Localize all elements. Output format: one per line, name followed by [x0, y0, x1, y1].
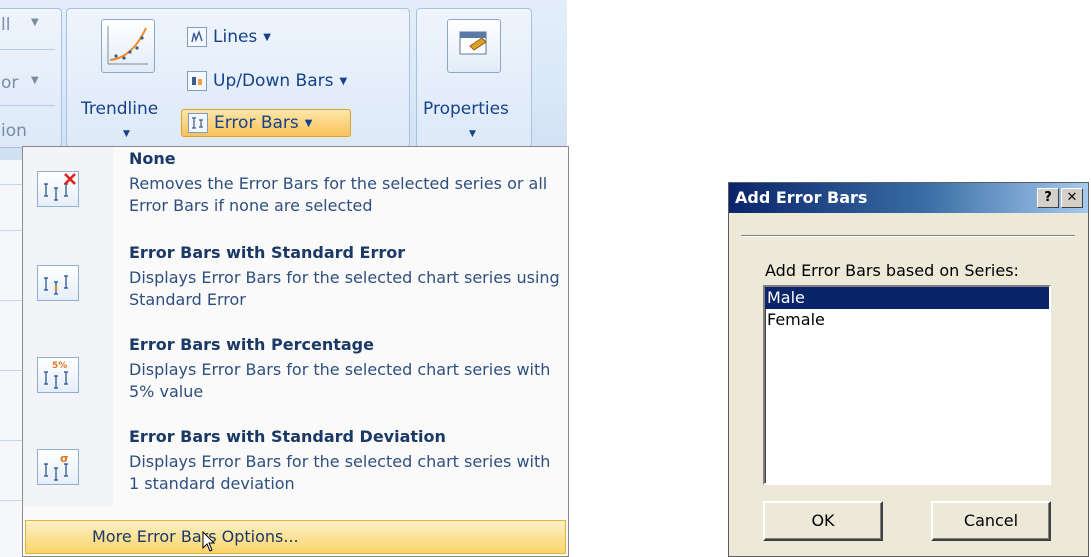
- cut-label-1[interactable]: ll: [1, 15, 10, 35]
- cut-dropdown-2[interactable]: ▼: [31, 75, 39, 86]
- close-button[interactable]: ✕: [1061, 188, 1083, 208]
- cut-label-2[interactable]: or: [1, 73, 18, 93]
- up-down-bars-label: Up/Down Bars: [213, 71, 334, 91]
- up-down-bars-icon: [187, 71, 207, 91]
- add-error-bars-dialog: Add Error Bars ? ✕ Add Error Bars based …: [728, 182, 1089, 557]
- error-bars-menu: None Removes the Error Bars for the sele…: [22, 146, 569, 557]
- series-listbox[interactable]: Male Female: [763, 285, 1051, 485]
- series-item-female[interactable]: Female: [765, 309, 1049, 331]
- error-bars-button[interactable]: Error Bars ▼: [181, 109, 351, 137]
- menu-item-description: Displays Error Bars for the selected cha…: [129, 360, 551, 401]
- menu-item-standard-deviation[interactable]: σ Error Bars with Standard Deviation Dis…: [23, 425, 568, 517]
- properties-button[interactable]: Properties ▼: [417, 13, 531, 143]
- dialog-title: Add Error Bars: [735, 188, 868, 207]
- properties-dropdown-icon: ▼: [469, 129, 476, 139]
- dialog-title-bar[interactable]: Add Error Bars ? ✕: [729, 183, 1088, 213]
- trendline-button[interactable]: Trendline ▼: [77, 13, 177, 143]
- error-bars-standard-error-icon: [37, 265, 79, 301]
- lines-dropdown-icon: ▼: [263, 31, 271, 43]
- error-bars-none-icon: [37, 171, 79, 207]
- lines-icon: [187, 27, 207, 47]
- properties-icon: [447, 19, 501, 73]
- up-down-bars-button[interactable]: Up/Down Bars ▼: [181, 67, 353, 95]
- up-down-bars-dropdown-icon: ▼: [339, 75, 348, 87]
- cancel-button[interactable]: Cancel: [931, 501, 1051, 541]
- ok-button[interactable]: OK: [763, 501, 883, 541]
- cut-dropdown-1[interactable]: ▼: [31, 17, 39, 28]
- trendline-icon: [101, 19, 155, 73]
- dialog-separator: [741, 235, 1075, 237]
- more-error-bars-options[interactable]: More Error Bars Options...: [25, 520, 566, 554]
- error-bars-standard-deviation-icon: σ: [37, 449, 79, 485]
- analysis-group: Trendline ▼ Lines ▼ Up/Down Bars ▼ Error…: [66, 8, 410, 148]
- menu-item-standard-error[interactable]: Error Bars with Standard Error Displays …: [23, 241, 568, 333]
- series-prompt-label: Add Error Bars based on Series:: [765, 261, 1019, 280]
- error-bars-icon: [188, 113, 208, 133]
- more-options-label: More Error Bars Options...: [92, 527, 299, 546]
- menu-item-description: Removes the Error Bars for the selected …: [129, 174, 548, 215]
- trendline-dropdown-icon: ▼: [123, 129, 130, 139]
- properties-label: Properties: [423, 99, 509, 119]
- lines-label: Lines: [213, 27, 258, 47]
- menu-item-description: Displays Error Bars for the selected cha…: [129, 268, 560, 309]
- error-bars-label: Error Bars: [214, 113, 299, 133]
- menu-item-title: Error Bars with Standard Error: [129, 243, 406, 262]
- help-button[interactable]: ?: [1037, 188, 1059, 208]
- menu-item-description: Displays Error Bars for the selected cha…: [129, 452, 551, 493]
- menu-item-title: Error Bars with Standard Deviation: [129, 427, 446, 446]
- menu-item-title: Error Bars with Percentage: [129, 335, 374, 354]
- lines-button[interactable]: Lines ▼: [181, 23, 277, 51]
- properties-group: Properties ▼: [416, 8, 532, 148]
- chart-layout-ribbon: ll ▼ or ▼ ion Trendline ▼ Lines ▼ Up/Dow…: [0, 0, 567, 160]
- menu-item-title: None: [129, 149, 176, 168]
- analysis-group-partial: ll ▼ or ▼ ion: [0, 8, 62, 148]
- mouse-cursor-icon: [202, 531, 216, 552]
- sigma-badge: σ: [60, 452, 69, 465]
- percentage-badge: 5%: [52, 361, 67, 371]
- series-item-male[interactable]: Male: [765, 287, 1049, 309]
- menu-item-percentage[interactable]: 5% Error Bars with Percentage Displays E…: [23, 333, 568, 425]
- worksheet-edge: [0, 160, 22, 557]
- cut-label-3: ion: [1, 121, 27, 141]
- error-bars-percentage-icon: 5%: [37, 357, 79, 393]
- menu-item-none[interactable]: None Removes the Error Bars for the sele…: [23, 147, 568, 239]
- error-bars-dropdown-icon: ▼: [304, 117, 313, 129]
- trendline-label: Trendline: [81, 99, 159, 119]
